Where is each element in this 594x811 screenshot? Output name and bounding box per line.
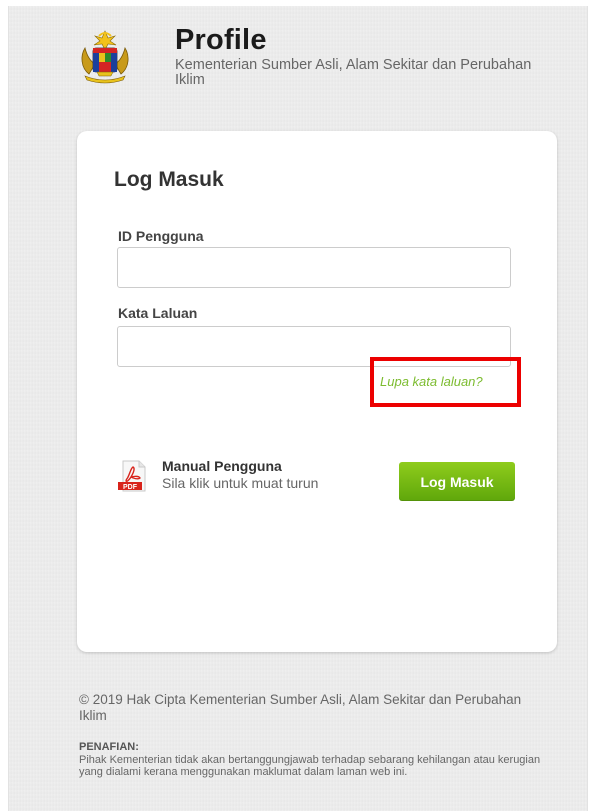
copyright-text: © 2019 Hak Cipta Kementerian Sumber Asli… [79, 692, 522, 723]
login-heading: Log Masuk [114, 168, 224, 191]
user-manual-download[interactable]: PDF Manual Pengguna Sila klik untuk muat… [117, 454, 347, 494]
login-button[interactable]: Log Masuk [399, 462, 515, 501]
manual-title: Manual Pengguna [162, 458, 282, 474]
disclaimer-text: Pihak Kementerian tidak akan bertanggung… [79, 754, 541, 778]
site-header: Profile Kementerian Sumber Asli, Alam Se… [77, 24, 547, 102]
username-input[interactable] [117, 247, 511, 288]
password-label: Kata Laluan [118, 305, 198, 321]
svg-text:PDF: PDF [123, 484, 138, 491]
login-card: Log Masuk ID Pengguna Kata Laluan Lupa k… [77, 131, 557, 652]
password-input[interactable] [117, 326, 511, 367]
manual-subtitle: Sila klik untuk muat turun [162, 475, 319, 491]
disclaimer-title: PENAFIAN: [79, 741, 139, 753]
ministry-name: Kementerian Sumber Asli, Alam Sekitar da… [175, 57, 532, 88]
malaysia-coat-of-arms-icon [81, 30, 129, 84]
username-label: ID Pengguna [118, 228, 204, 244]
pdf-file-icon: PDF [118, 460, 146, 492]
app-title: Profile [175, 24, 267, 56]
page-background: Profile Kementerian Sumber Asli, Alam Se… [8, 6, 588, 811]
footer: © 2019 Hak Cipta Kementerian Sumber Asli… [79, 692, 549, 778]
forgot-password-link[interactable]: Lupa kata laluan? [380, 374, 483, 389]
